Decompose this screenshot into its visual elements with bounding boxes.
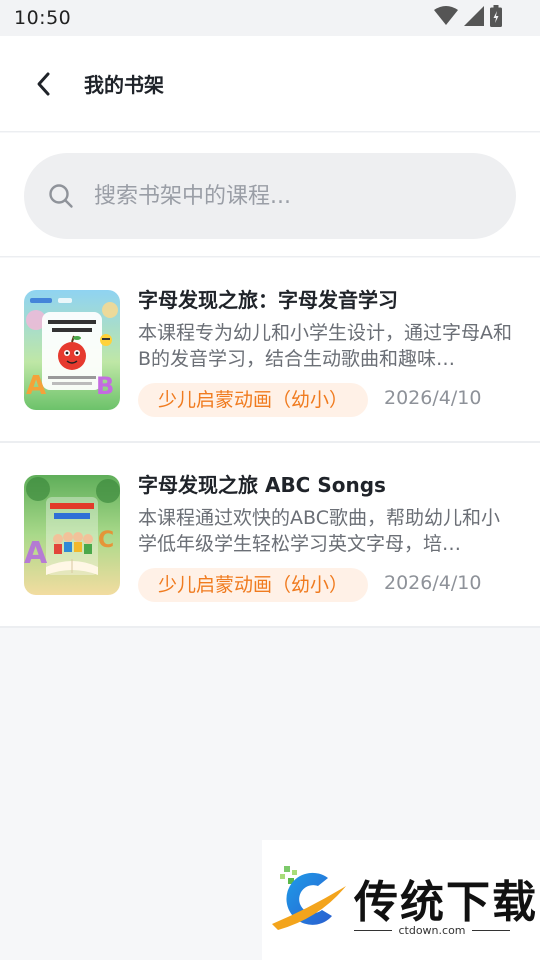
svg-text:C: C xyxy=(98,528,114,553)
watermark-url: ctdown.com xyxy=(398,924,466,937)
course-category-tag: 少儿启蒙动画（幼小） xyxy=(138,383,369,417)
battery-icon xyxy=(490,5,502,31)
course-category-tag: 少儿启蒙动画（幼小） xyxy=(138,568,369,602)
divider-line xyxy=(354,930,393,931)
course-item[interactable]: A B 字母发现之旅：字母发音学习 本课程专为幼儿和小学生设计，通过字母A和B的… xyxy=(0,258,540,443)
course-title: 字母发现之旅：字母发音学习 xyxy=(138,288,398,312)
course-date: 2026/4/10 xyxy=(384,572,482,594)
search-section xyxy=(0,133,540,257)
course-title: 字母发现之旅 ABC Songs xyxy=(138,473,386,497)
course-list: A B 字母发现之旅：字母发音学习 本课程专为幼儿和小学生设计，通过字母A和B的… xyxy=(0,258,540,628)
course-cover-image: A B xyxy=(24,290,120,410)
search-icon xyxy=(49,184,73,208)
watermark-brand: 传统下载 xyxy=(354,877,538,928)
status-time: 10:50 xyxy=(14,7,72,29)
course-item[interactable]: A C 字母发现之旅 ABC Songs 本课程通过欢快的ABC歌曲，帮助幼儿和… xyxy=(0,443,540,628)
watermark-url-row: ctdown.com xyxy=(354,924,510,937)
course-description: 本课程通过欢快的ABC歌曲，帮助幼儿和小学低年级学生轻松学习英文字母，培… xyxy=(138,507,500,555)
page-title: 我的书架 xyxy=(84,73,164,97)
ctdown-logo-icon xyxy=(272,866,346,930)
status-bar: 10:50 xyxy=(0,0,540,36)
wifi-icon xyxy=(434,6,458,30)
course-description: 本课程专为幼儿和小学生设计，通过字母A和B的发音学习，结合生动歌曲和趣味… xyxy=(138,322,512,370)
course-date: 2026/4/10 xyxy=(384,387,482,409)
watermark-logo: 传统下载 ctdown.com xyxy=(262,840,540,960)
svg-text:B: B xyxy=(96,372,114,400)
course-cover-image: A C xyxy=(24,475,120,595)
svg-text:A: A xyxy=(24,536,48,571)
divider-line xyxy=(471,930,510,931)
signal-icon xyxy=(464,6,484,30)
chevron-left-icon xyxy=(37,72,50,95)
header-bar: 我的书架 xyxy=(0,36,540,132)
search-input[interactable] xyxy=(94,176,474,216)
svg-text:A: A xyxy=(26,371,46,401)
search-box[interactable] xyxy=(24,153,516,239)
back-button[interactable] xyxy=(24,64,64,104)
status-icons xyxy=(434,5,502,31)
